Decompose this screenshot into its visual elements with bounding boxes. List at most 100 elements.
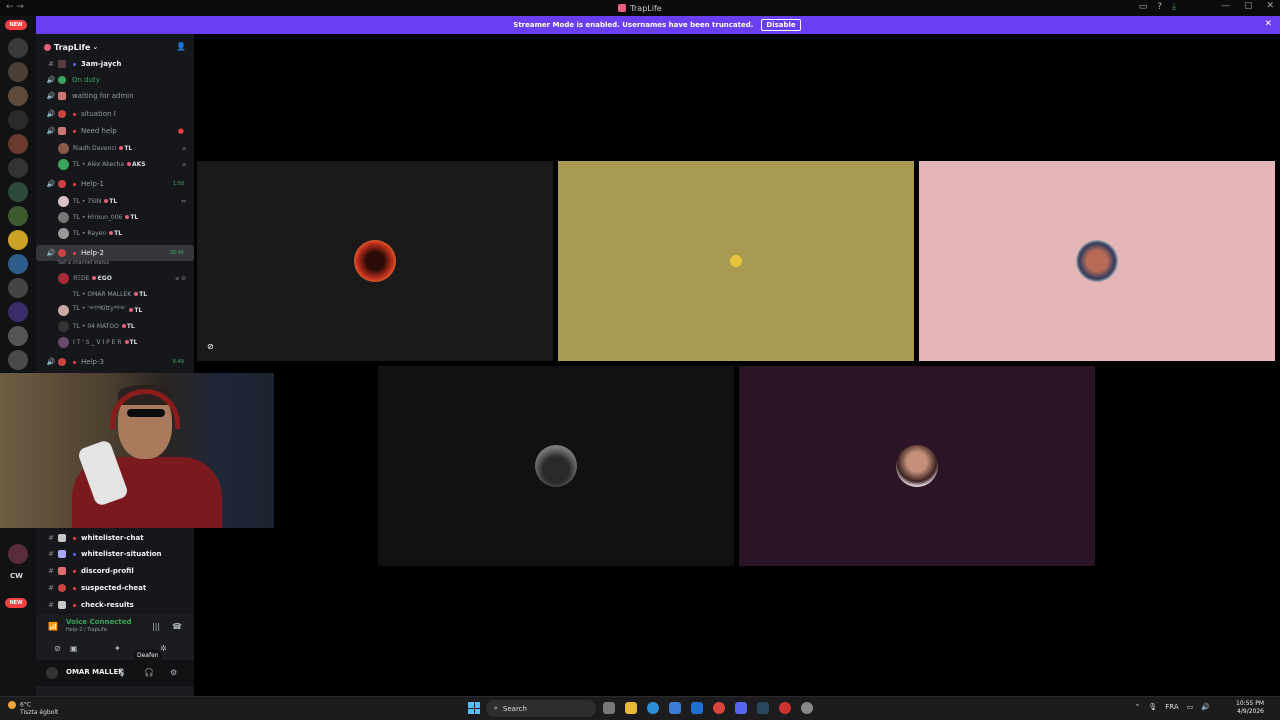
participant-tile[interactable] — [739, 366, 1095, 566]
server-icon[interactable] — [8, 230, 28, 250]
inbox-icon[interactable]: ▭ — [1139, 2, 1148, 12]
channel-whitelister-situation[interactable]: # whitelister-situation — [36, 546, 194, 562]
user-tag: TL — [129, 307, 142, 314]
participant-tile[interactable] — [558, 161, 914, 361]
file-explorer-icon[interactable] — [625, 702, 637, 714]
server-icon[interactable] — [8, 544, 28, 564]
task-view-icon[interactable] — [603, 702, 615, 714]
server-icon[interactable] — [8, 278, 28, 298]
hashtag-icon: # — [48, 601, 54, 609]
avatar — [58, 272, 69, 284]
chevron-up-icon[interactable]: ⌃ — [1134, 703, 1140, 711]
channel-check-results[interactable]: # check-results — [36, 597, 194, 613]
nav-arrows[interactable]: ← → — [6, 2, 24, 12]
chrome-icon[interactable] — [713, 702, 725, 714]
participant-avatar — [354, 240, 396, 282]
voice-user[interactable]: TL • Alex Akecha AKS ⌀ — [58, 156, 186, 172]
disconnect-icon[interactable]: ☎ — [172, 622, 182, 631]
channel-need-help[interactable]: 🔊 Need help ● — [36, 123, 194, 139]
signal-icon[interactable]: 📶 — [48, 622, 58, 631]
disable-button[interactable]: Disable — [761, 19, 801, 31]
headphones-icon[interactable]: 🎧 — [144, 668, 154, 677]
invite-people-icon[interactable]: 👤 — [176, 42, 186, 51]
server-icon[interactable] — [8, 110, 28, 130]
channel-on-duty[interactable]: 🔊 On duty — [36, 72, 194, 88]
minimize-icon[interactable]: — — [1221, 1, 1230, 11]
server-icon[interactable] — [8, 206, 28, 226]
cw-server-label[interactable]: CW — [10, 572, 23, 580]
server-icon[interactable] — [8, 302, 28, 322]
server-icon[interactable] — [8, 62, 28, 82]
weather-temp: 6°C — [20, 701, 32, 709]
server-header[interactable]: TrapLife ⌄ 👤 — [36, 40, 194, 54]
server-icon[interactable] — [8, 38, 28, 58]
store-icon[interactable] — [669, 702, 681, 714]
user-name: Riadh Davenci — [73, 144, 117, 152]
voice-user[interactable]: TL • H!roun_006 TL — [58, 209, 186, 225]
channel-help-2[interactable]: 🔊 Help-2 38:46 — [36, 245, 194, 261]
participant-tile[interactable] — [378, 366, 734, 566]
voice-user[interactable]: TL • Rayen TL — [58, 225, 186, 241]
taskbar-search[interactable]: ⌕ Search — [486, 700, 596, 717]
edge-icon[interactable] — [647, 702, 659, 714]
voice-user[interactable]: TL • ༺*Kitty*༻ TL — [58, 302, 186, 318]
discord-icon[interactable] — [735, 702, 747, 714]
app-icon[interactable] — [779, 702, 791, 714]
activities-icon[interactable]: ✦ — [114, 644, 121, 653]
server-icon[interactable] — [8, 182, 28, 202]
channel-waiting-for-admin[interactable]: 🔊 waiting for admin — [36, 88, 194, 104]
server-icon[interactable] — [8, 254, 28, 274]
volume-icon[interactable]: 🔊 — [1201, 703, 1210, 711]
voice-channel-name[interactable]: Help-2 / TrapLife — [66, 627, 107, 633]
microphone-icon[interactable]: 🎙 — [116, 668, 126, 677]
channel-emoji-icon — [58, 601, 66, 609]
channel-help-3[interactable]: 🔊 Help-3 8:48 — [36, 354, 194, 370]
maximize-icon[interactable]: ▢ — [1244, 1, 1253, 11]
network-icon[interactable]: ▭ — [1187, 703, 1194, 711]
screen-share-icon[interactable]: ▣ — [70, 644, 78, 653]
voice-user[interactable]: TL • 7SIN TL ⇔ — [58, 193, 186, 209]
close-window-icon[interactable]: ✕ — [1266, 1, 1274, 11]
voice-user[interactable]: ЯΞDE ЄGO ⌀ ⊘ — [58, 270, 186, 286]
server-icon[interactable] — [8, 350, 28, 370]
channel-3am-jaych[interactable]: # 3am-jaych — [36, 56, 194, 72]
steam-icon[interactable] — [757, 702, 769, 714]
hourglass-icon — [58, 92, 66, 100]
participant-tile[interactable] — [919, 161, 1275, 361]
channel-situation[interactable]: 🔊 situation I — [36, 106, 194, 122]
channel-discord-profil[interactable]: # discord-profil — [36, 563, 194, 579]
windows-start-icon[interactable] — [468, 702, 480, 714]
taskbar-clock[interactable]: 10:55 PM 4/9/2026 — [1236, 700, 1264, 716]
voice-user[interactable]: I T ' S _ V I P E R TL — [58, 334, 186, 350]
avatar[interactable] — [46, 667, 58, 679]
help-icon[interactable]: ? — [1157, 2, 1162, 12]
language-indicator[interactable]: FRA — [1165, 703, 1178, 711]
download-icon[interactable]: ⤓ — [1172, 2, 1176, 12]
channel-status-prompt[interactable]: Set a channel status — [58, 260, 109, 266]
weather-widget[interactable]: 6°C Tiszta égbolt — [8, 701, 58, 716]
server-icon[interactable] — [8, 326, 28, 346]
server-icon[interactable] — [8, 86, 28, 106]
outlook-icon[interactable] — [691, 702, 703, 714]
settings-app-icon[interactable] — [801, 702, 813, 714]
channel-label: whitelister-situation — [81, 550, 162, 558]
banner-text: Streamer Mode is enabled. Usernames have… — [513, 21, 754, 29]
channel-whitelister-chat[interactable]: # whitelister-chat — [36, 530, 194, 546]
hashtag-icon: # — [48, 584, 54, 592]
close-banner-icon[interactable]: ✕ — [1264, 19, 1272, 29]
noise-suppression-icon[interactable]: ||| — [152, 622, 160, 631]
no-entry-icon — [58, 180, 66, 188]
voice-user[interactable]: Riadh Davenci TL ⌀ — [58, 140, 186, 156]
gear-icon[interactable]: ⚙ — [170, 668, 177, 677]
channel-suspected-cheat[interactable]: # suspected-cheat — [36, 580, 194, 596]
camera-off-icon[interactable]: ⊘ — [54, 644, 61, 653]
channel-emoji-icon — [58, 76, 66, 84]
server-icon[interactable] — [8, 134, 28, 154]
voice-user[interactable]: TL • 04 MATOO TL — [58, 318, 186, 334]
mic-tray-icon[interactable]: 🎙 — [1148, 703, 1157, 711]
voice-connected-status[interactable]: Voice Connected — [66, 618, 132, 626]
participant-tile[interactable]: ⊘ — [197, 161, 553, 361]
voice-user[interactable]: TL • OMAR MALLEK TL — [58, 286, 186, 302]
channel-help-1[interactable]: 🔊 Help-1 1:58 — [36, 176, 194, 192]
server-icon[interactable] — [8, 158, 28, 178]
